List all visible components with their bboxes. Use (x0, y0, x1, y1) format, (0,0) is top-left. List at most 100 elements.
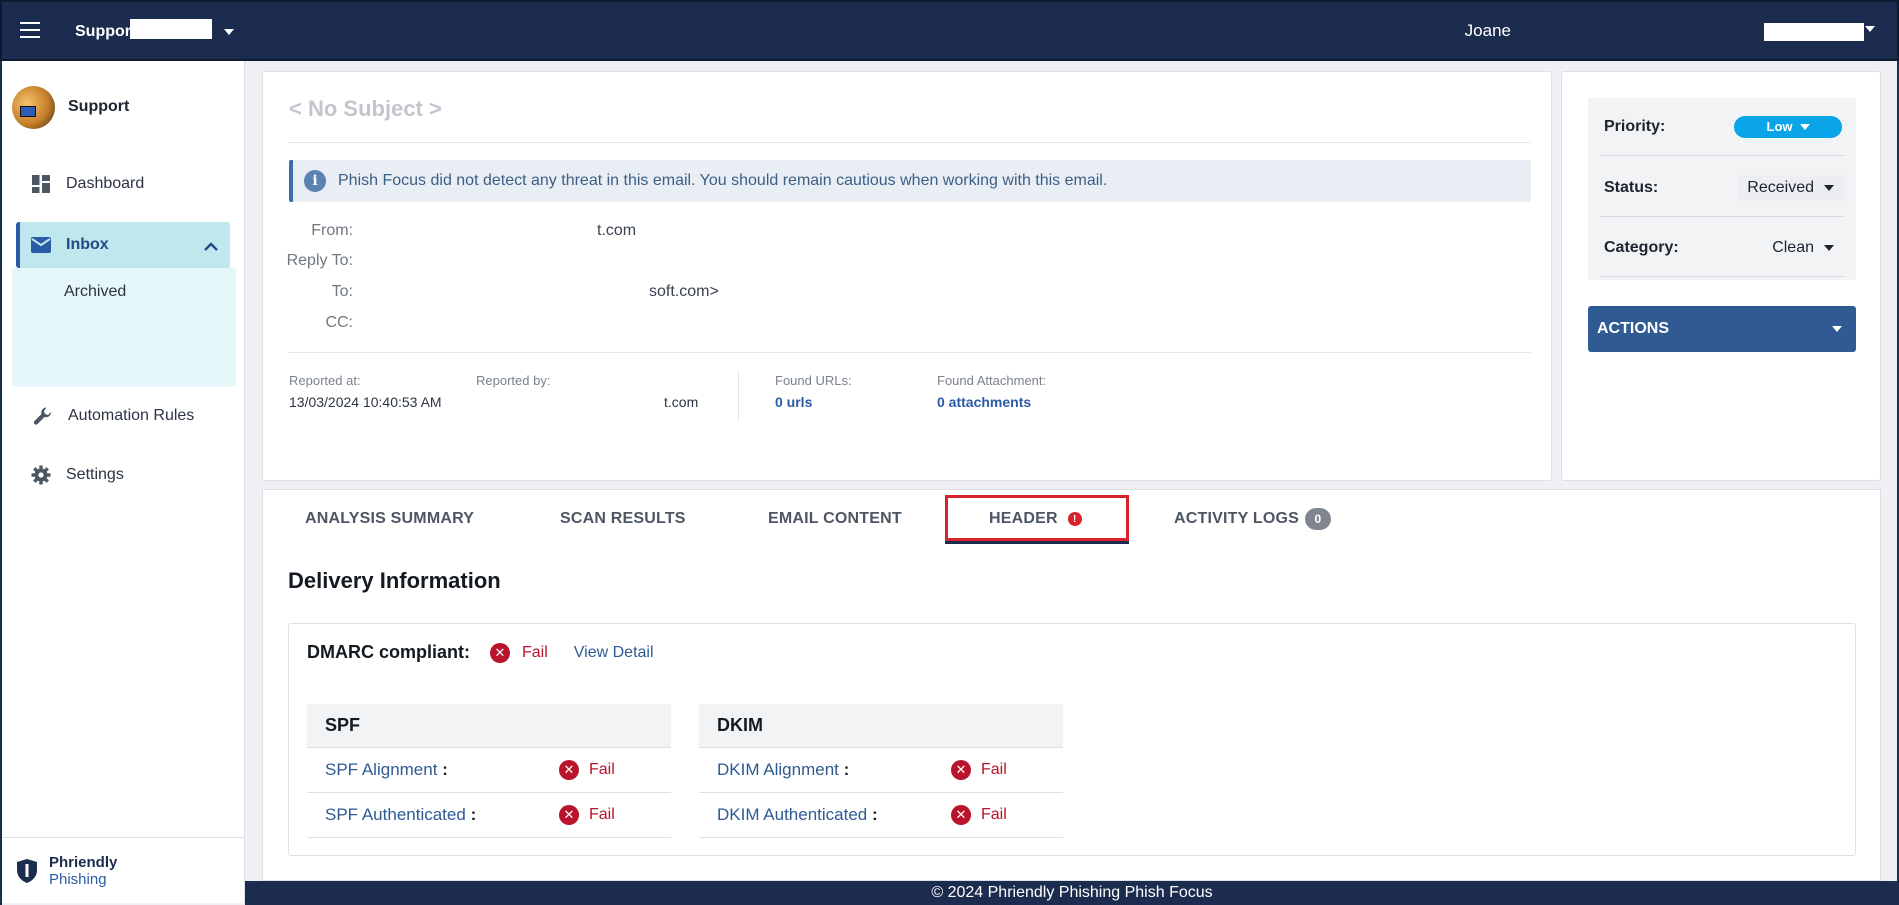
info-icon: i (304, 170, 326, 192)
category-value: Clean (1772, 238, 1814, 256)
check-result: Fail (589, 761, 615, 778)
tab-activity-logs[interactable]: ACTIVITY LOGS 0 (1174, 494, 1331, 544)
status-label: Status: (1604, 178, 1659, 196)
from-label: From: (311, 222, 353, 239)
category-label: Category: (1604, 238, 1679, 256)
check-result: Fail (589, 806, 615, 823)
sidebar-item-archived[interactable]: Archived (64, 283, 126, 301)
user-menu-dropdown-icon[interactable] (1865, 26, 1875, 32)
avatar[interactable] (12, 86, 55, 129)
found-attachment-label: Found Attachment: (937, 373, 1047, 388)
delivery-information-box: DMARC compliant: ✕ Fail View Detail SPF … (288, 623, 1856, 856)
view-detail-link[interactable]: View Detail (574, 644, 654, 662)
table-row: DKIM Authenticated : ✕ Fail (699, 793, 1063, 838)
priority-row: Priority: Low (1600, 98, 1844, 156)
reported-by-label: Reported by: (476, 373, 551, 388)
spf-header: SPF (307, 704, 671, 748)
chevron-down-icon (1799, 123, 1810, 130)
status-value: Received (1747, 178, 1814, 196)
shield-logo-icon (17, 859, 37, 883)
from-value: t.com (597, 222, 637, 239)
category-row: Category: Clean (1600, 219, 1844, 277)
organization-name[interactable]: Suppor (75, 23, 131, 41)
priority-label: Priority: (1604, 117, 1666, 135)
chevron-down-icon (1832, 326, 1842, 332)
found-attachments-link[interactable]: 0 attachments (937, 394, 1031, 410)
category-dropdown[interactable]: Clean (1762, 235, 1844, 261)
vertical-divider (738, 370, 739, 422)
sidebar-item-dashboard[interactable]: Dashboard (16, 161, 234, 207)
check-name: DKIM Alignment (717, 760, 839, 779)
threat-alert: i Phish Focus did not detect any threat … (289, 160, 1531, 202)
warning-badge-icon: ! (1067, 512, 1082, 526)
organization-dropdown-icon[interactable] (224, 29, 234, 35)
table-row: DKIM Alignment : ✕ Fail (699, 748, 1063, 793)
chevron-down-icon (1824, 184, 1834, 191)
brand-name-line1: Phriendly (49, 854, 118, 871)
status-dropdown[interactable]: Received (1737, 174, 1844, 201)
check-name: SPF Alignment (325, 760, 438, 779)
cc-label: CC: (325, 314, 353, 331)
email-summary-card: < No Subject > i Phish Focus did not det… (262, 71, 1552, 481)
sidebar-item-settings[interactable]: Settings (16, 452, 234, 498)
dmarc-result: Fail (522, 643, 548, 661)
email-subject: < No Subject > (289, 96, 442, 121)
fail-icon: ✕ (559, 760, 579, 780)
reported-at-label: Reported at: (289, 373, 361, 388)
spf-table: SPF SPF Alignment : ✕ Fail SPF Authentica… (307, 704, 671, 838)
actions-label: ACTIONS (1597, 320, 1669, 337)
brand-name-line2: Phishing (49, 871, 107, 888)
fail-icon: ✕ (490, 642, 510, 663)
top-bar: Suppor Joane (0, 0, 1899, 61)
tab-header[interactable]: HEADER ! (989, 494, 1082, 544)
status-row: Status: Received (1600, 159, 1844, 217)
page-footer: © 2024 Phriendly Phishing Phish Focus (245, 881, 1899, 905)
tab-email-content[interactable]: EMAIL CONTENT (768, 494, 902, 544)
dmarc-label: DMARC compliant: (307, 642, 470, 662)
sidebar-item-label: Settings (66, 466, 124, 483)
chevron-up-icon[interactable] (204, 238, 218, 256)
sidebar-item-automation-rules[interactable]: Automation Rules (16, 393, 234, 439)
actions-button[interactable]: ACTIONS (1588, 306, 1856, 352)
sidebar-item-label: Dashboard (66, 175, 145, 192)
table-row: SPF Alignment : ✕ Fail (307, 748, 671, 793)
priority-dropdown[interactable]: Low (1734, 115, 1842, 138)
tab-label: HEADER (989, 510, 1058, 527)
found-urls-label: Found URLs: (775, 373, 852, 388)
dashboard-icon (30, 173, 52, 195)
wrench-icon (32, 405, 54, 427)
redacted-block (1764, 23, 1864, 41)
to-value: soft.com> (649, 283, 719, 300)
section-title: Delivery Information (288, 568, 501, 593)
redacted-block (130, 19, 212, 39)
divider (289, 142, 1531, 143)
alert-message: Phish Focus did not detect any threat in… (338, 172, 1108, 189)
email-properties-card: Priority: Low Status: Received Category:… (1561, 71, 1881, 481)
mail-icon (30, 234, 52, 256)
check-name: SPF Authenticated (325, 805, 466, 824)
table-row: SPF Authenticated : ✕ Fail (307, 793, 671, 838)
hamburger-menu-icon[interactable] (20, 22, 40, 38)
check-result: Fail (981, 806, 1007, 823)
properties-panel: Priority: Low Status: Received Category:… (1588, 98, 1856, 280)
divider (289, 352, 1531, 353)
profile-name: Support (68, 98, 130, 115)
priority-value: Low (1766, 119, 1793, 134)
tab-scan-results[interactable]: SCAN RESULTS (560, 494, 686, 544)
sidebar: Support Dashboard Inbox Archived Automat… (2, 61, 245, 903)
sidebar-item-label: Inbox (66, 236, 109, 253)
dmarc-row: DMARC compliant: ✕ Fail View Detail (307, 642, 654, 663)
gear-icon (30, 464, 52, 486)
dkim-header: DKIM (699, 704, 1063, 748)
user-name[interactable]: Joane (1465, 21, 1511, 41)
sidebar-item-inbox[interactable]: Inbox (16, 222, 230, 268)
copyright-text: © 2024 Phriendly Phishing Phish Focus (931, 884, 1213, 901)
activity-count-badge: 0 (1304, 508, 1331, 530)
check-result: Fail (981, 761, 1007, 778)
check-name: DKIM Authenticated (717, 805, 868, 824)
dkim-table: DKIM DKIM Alignment : ✕ Fail DKIM Authent… (699, 704, 1063, 838)
tab-label: ACTIVITY LOGS (1174, 510, 1299, 527)
tab-analysis-summary[interactable]: ANALYSIS SUMMARY (305, 494, 474, 544)
found-urls-link[interactable]: 0 urls (775, 394, 812, 410)
reply-to-label: Reply To: (286, 252, 353, 269)
